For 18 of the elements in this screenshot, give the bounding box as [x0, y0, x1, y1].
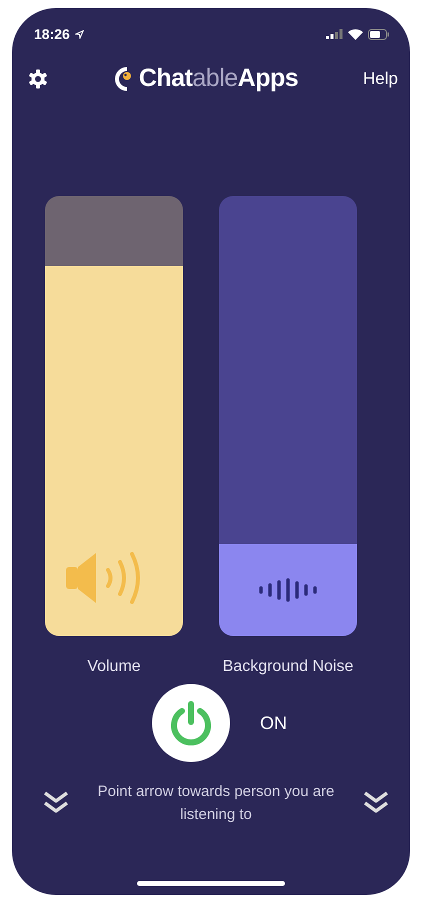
slider-fill[interactable] — [219, 544, 357, 636]
battery-icon — [368, 28, 390, 40]
slider-label: Volume — [87, 658, 141, 676]
power-icon — [168, 700, 214, 746]
signal-icon — [326, 29, 343, 39]
power-state-label: ON — [260, 712, 288, 734]
wifi-icon — [348, 28, 363, 40]
slider-track[interactable] — [219, 196, 357, 636]
settings-icon[interactable] — [28, 68, 48, 88]
app-logo-text: ChatableApps — [138, 64, 298, 93]
slider-fill[interactable] — [45, 266, 183, 636]
slider-label: Background Noise — [222, 658, 354, 676]
slider-track[interactable] — [45, 196, 183, 636]
help-link[interactable]: Help — [363, 68, 398, 88]
location-arrow-icon — [74, 30, 84, 38]
sound-wave-icon — [258, 578, 318, 602]
status-time: 18:26 — [34, 26, 70, 42]
hint-text: Point arrow towards person you are listening to — [96, 782, 336, 825]
